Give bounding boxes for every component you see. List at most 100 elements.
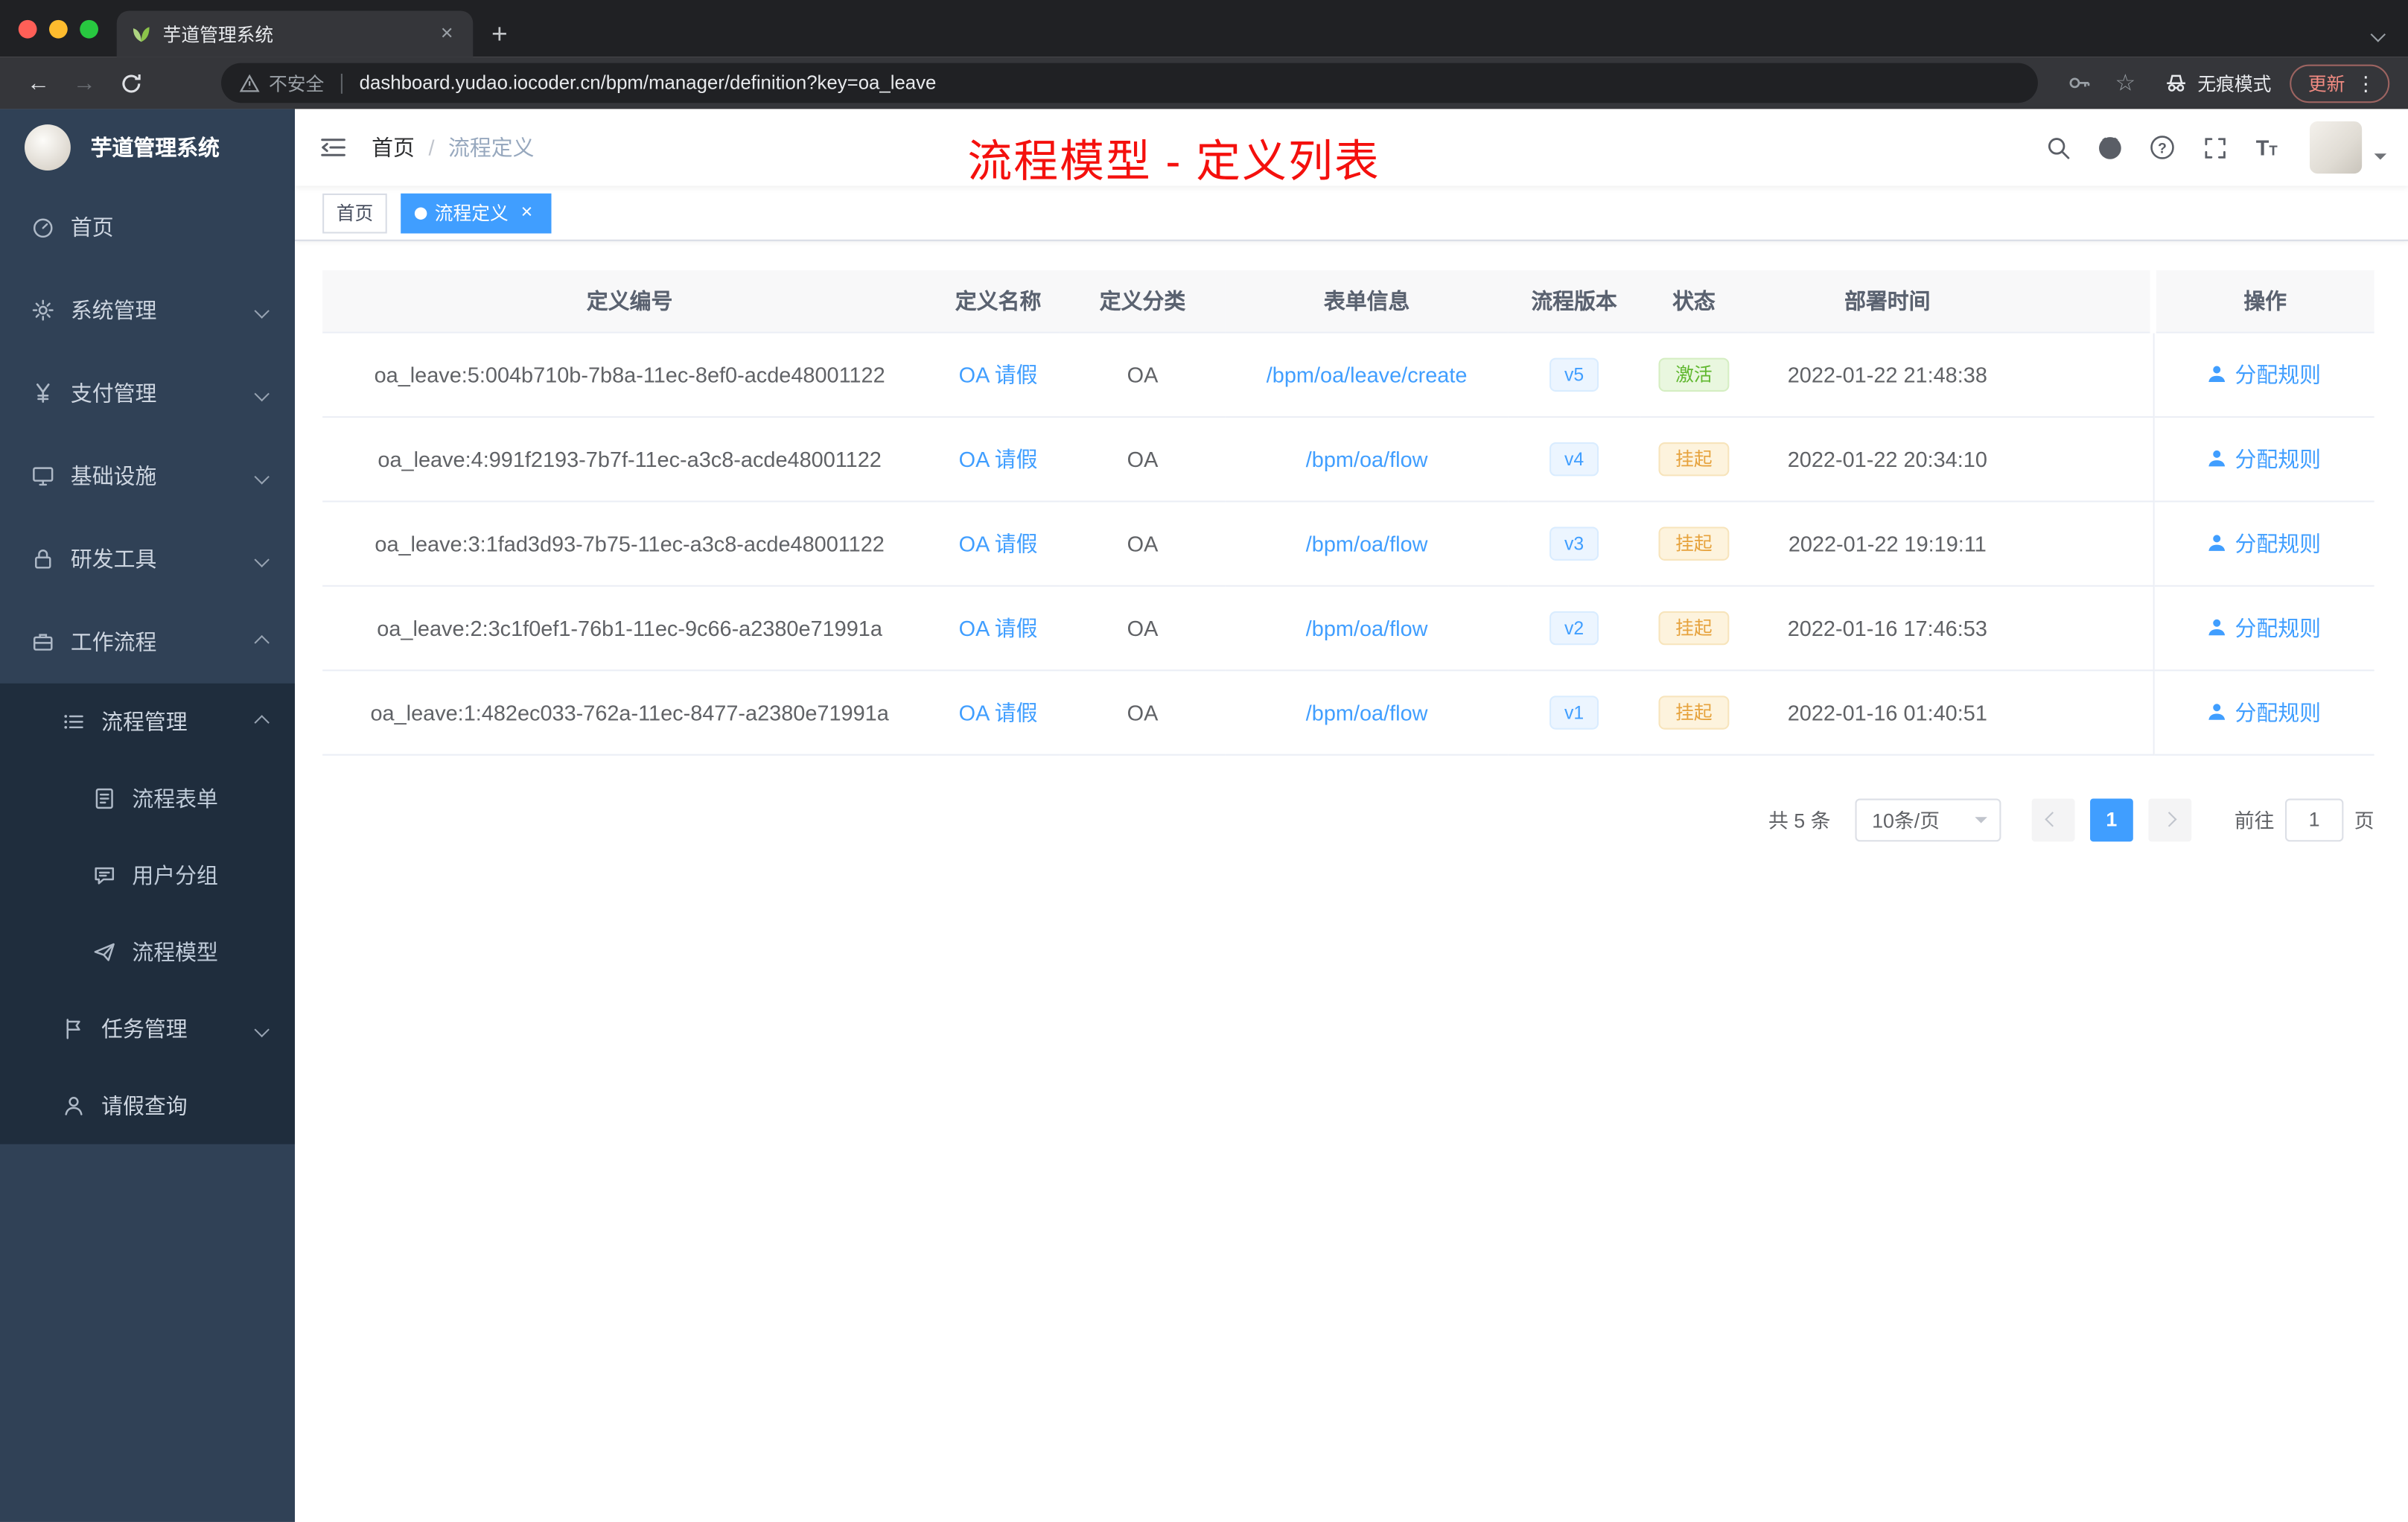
- user-icon: [2208, 450, 2226, 467]
- tab-close-icon[interactable]: ×: [435, 21, 459, 46]
- update-label: 更新: [2307, 72, 2345, 95]
- assign-rule-button[interactable]: 分配规则: [2207, 696, 2321, 727]
- tag-process-definition[interactable]: 流程定义 ×: [401, 192, 552, 233]
- assign-rule-button[interactable]: 分配规则: [2207, 527, 2321, 558]
- form-link[interactable]: /bpm/oa/flow: [1306, 446, 1428, 471]
- assign-rule-button[interactable]: 分配规则: [2207, 443, 2321, 474]
- goto-page-input[interactable]: [2284, 797, 2344, 841]
- cell-spacer: [2027, 500, 2153, 586]
- form-link[interactable]: /bpm/oa/leave/create: [1267, 362, 1468, 386]
- window-minimize-button[interactable]: [49, 19, 68, 39]
- window-zoom-button[interactable]: [80, 19, 98, 39]
- browser-tab[interactable]: 芋道管理系统 ×: [116, 10, 474, 57]
- sidebar-item-leave-query[interactable]: 请假查询: [0, 1067, 295, 1144]
- assign-rule-button[interactable]: 分配规则: [2207, 359, 2321, 389]
- app-logo[interactable]: 芋道管理系统: [0, 109, 295, 185]
- url-text: dashboard.yudao.iocoder.cn/bpm/manager/d…: [359, 71, 937, 94]
- form-link[interactable]: /bpm/oa/flow: [1306, 615, 1428, 640]
- form-icon: [95, 788, 113, 809]
- breadcrumb: 首页 / 流程定义: [372, 132, 534, 162]
- reload-icon: [121, 74, 140, 92]
- sidebar-item-label: 系统管理: [70, 298, 157, 323]
- window-close-button[interactable]: [18, 19, 37, 39]
- page-size-value: 10条/页: [1872, 809, 1940, 832]
- bookmark-star-icon[interactable]: ☆: [2106, 63, 2146, 104]
- chevron-down-icon: [254, 302, 270, 318]
- payment-icon: [36, 383, 50, 403]
- user-avatar[interactable]: [2310, 121, 2363, 174]
- sidebar-item-payment-management[interactable]: 支付管理: [0, 351, 295, 434]
- sidebar-item-label: 支付管理: [70, 380, 157, 406]
- gear-icon: [32, 299, 54, 321]
- form-link[interactable]: /bpm/oa/flow: [1306, 699, 1428, 724]
- version-badge: v2: [1549, 610, 1599, 645]
- cell-definition-id: oa_leave:1:482ec033-762a-11ec-8477-a2380…: [322, 669, 937, 755]
- sidebar-toggle-button[interactable]: [295, 109, 372, 185]
- screen: 芋道管理系统 × + ← → 不安全 dashboard.yudao.iocod…: [0, 0, 2408, 1522]
- reload-button[interactable]: [111, 63, 151, 104]
- sidebar-item-home[interactable]: 首页: [0, 186, 295, 269]
- tab-search-chevron-icon[interactable]: [2370, 20, 2386, 48]
- col-actions: 操作: [2150, 270, 2374, 333]
- process-list-icon: [64, 715, 83, 729]
- sidebar-item-devtools[interactable]: 研发工具: [0, 518, 295, 600]
- tag-close-icon[interactable]: ×: [516, 200, 538, 223]
- definition-name-link[interactable]: OA 请假: [959, 446, 1038, 471]
- sidebar-item-workflow[interactable]: 工作流程: [0, 600, 295, 683]
- definition-name-link[interactable]: OA 请假: [959, 699, 1038, 724]
- page-number-button[interactable]: 1: [2089, 797, 2133, 841]
- status-tag: 挂起: [1658, 695, 1730, 729]
- browser-tabstrip: 芋道管理系统 × +: [0, 0, 2408, 57]
- assign-rule-button[interactable]: 分配规则: [2207, 612, 2321, 643]
- new-tab-button[interactable]: +: [491, 20, 508, 48]
- prev-page-button[interactable]: [2031, 797, 2075, 841]
- active-tag-dot: [414, 206, 427, 219]
- window-controls: [18, 19, 98, 39]
- sidebar-item-task-management[interactable]: 任务管理: [0, 990, 295, 1067]
- browser-menu-icon[interactable]: ⋮: [2356, 73, 2376, 93]
- next-page-button[interactable]: [2148, 797, 2192, 841]
- search-icon[interactable]: [2033, 109, 2083, 185]
- caret-down-icon[interactable]: [2374, 153, 2387, 166]
- table-row: oa_leave:3:1fad3d93-7b75-11ec-a3c8-acde4…: [322, 500, 2374, 586]
- assign-rule-label: 分配规则: [2235, 615, 2321, 640]
- back-button[interactable]: ←: [19, 63, 59, 104]
- font-size-icon[interactable]: TT: [2242, 109, 2291, 185]
- sidebar-item-system-management[interactable]: 系统管理: [0, 269, 295, 351]
- col-form-info: 表单信息: [1225, 270, 1509, 333]
- pagination: 共 5 条 10条/页 1 前往 页: [322, 797, 2374, 887]
- app-title: 芋道管理系统: [90, 135, 220, 160]
- caret-down-icon: [1975, 816, 1987, 829]
- sidebar-item-process-management[interactable]: 流程管理: [0, 684, 295, 760]
- question-icon[interactable]: ?: [2138, 109, 2187, 185]
- address-bar[interactable]: 不安全 dashboard.yudao.iocoder.cn/bpm/manag…: [221, 63, 2038, 104]
- cell-deploy-time: 2022-01-22 19:19:11: [1748, 500, 2028, 586]
- page-unit-label: 页: [2354, 809, 2374, 832]
- definition-name-link[interactable]: OA 请假: [959, 362, 1038, 386]
- sidebar-item-process-model[interactable]: 流程模型: [0, 914, 295, 990]
- password-key-icon[interactable]: [2060, 63, 2100, 104]
- user-icon: [2208, 535, 2226, 551]
- user-group-icon: [95, 867, 115, 885]
- page-size-select[interactable]: 10条/页: [1855, 797, 2001, 841]
- form-link[interactable]: /bpm/oa/flow: [1306, 531, 1428, 555]
- fullscreen-icon[interactable]: [2190, 109, 2239, 185]
- forward-button[interactable]: →: [65, 63, 105, 104]
- breadcrumb-home[interactable]: 首页: [372, 132, 415, 162]
- tag-home[interactable]: 首页: [322, 192, 387, 233]
- incognito-badge: 无痕模式: [2164, 70, 2271, 96]
- version-badge: v5: [1549, 357, 1599, 391]
- table-row: oa_leave:1:482ec033-762a-11ec-8477-a2380…: [322, 669, 2374, 755]
- user-icon: [2208, 704, 2226, 720]
- dashboard-icon: [33, 218, 53, 238]
- breadcrumb-current: 流程定义: [448, 135, 535, 160]
- sidebar-item-user-group[interactable]: 用户分组: [0, 837, 295, 914]
- definition-name-link[interactable]: OA 请假: [959, 615, 1038, 640]
- sidebar-item-process-form[interactable]: 流程表单: [0, 760, 295, 837]
- browser-update-button[interactable]: 更新 ⋮: [2290, 63, 2390, 103]
- definition-name-link[interactable]: OA 请假: [959, 531, 1038, 555]
- table-row: oa_leave:4:991f2193-7b7f-11ec-a3c8-acde4…: [322, 415, 2374, 502]
- status-tag: 挂起: [1658, 610, 1730, 645]
- sidebar-item-infrastructure[interactable]: 基础设施: [0, 435, 295, 518]
- github-icon[interactable]: [2086, 109, 2135, 185]
